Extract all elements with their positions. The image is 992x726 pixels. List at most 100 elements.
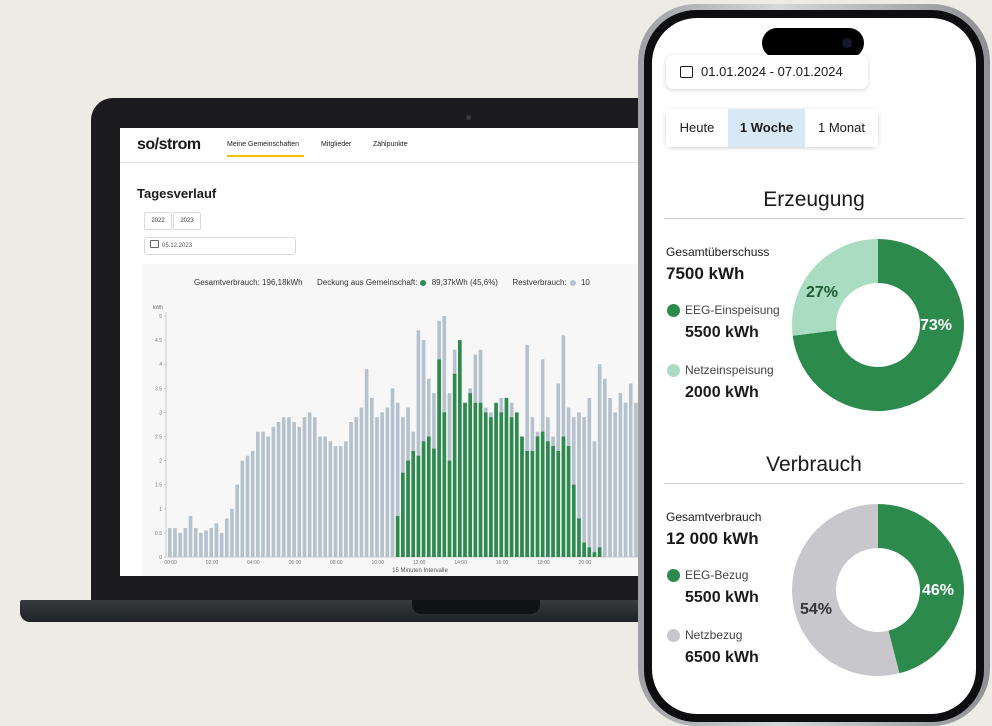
donut-label-27: 27%: [806, 284, 839, 301]
bar-deckung: [458, 340, 462, 557]
bar-restverbrauch: [344, 441, 348, 557]
bar-restverbrauch: [224, 518, 229, 557]
x-tick-label: 10:00: [371, 560, 384, 566]
bar-deckung: [540, 431, 545, 557]
bar-restverbrauch: [173, 528, 177, 557]
verbrauch-total-label: Gesamtverbrauch: [666, 510, 762, 524]
bar-restverbrauch: [628, 383, 633, 557]
erzeugung-total-label: Gesamtüberschuss: [666, 245, 770, 259]
bar-deckung: [556, 450, 561, 557]
dashboard-screen: so/strom Meine Gemeinschaften Mitglieder…: [120, 128, 660, 576]
netzbezug-value: 6500 kWh: [685, 649, 759, 666]
bar-deckung: [478, 402, 483, 557]
bar-deckung: [561, 436, 566, 557]
netzbezug-dot: [667, 629, 680, 642]
y-tick-label: 1.5: [155, 483, 162, 489]
bar-restverbrauch: [245, 455, 250, 557]
bar-restverbrauch: [193, 528, 198, 557]
bar-restverbrauch: [375, 417, 379, 557]
bar-restverbrauch: [623, 402, 628, 557]
eeg-bezug-label: EEG-Bezug: [685, 568, 749, 582]
bar-deckung: [442, 412, 447, 557]
bar-restverbrauch: [597, 364, 602, 557]
netzeinspeisung-value: 2000 kWh: [685, 384, 759, 401]
bar-restverbrauch: [256, 431, 260, 557]
laptop-camera: [466, 115, 471, 120]
phone-date-range-picker[interactable]: 01.01.2024 - 07.01.2024: [666, 55, 868, 89]
bar-restverbrauch: [297, 426, 302, 557]
y-tick-label: 2: [159, 459, 162, 465]
laptop-base: [20, 600, 700, 622]
segment-1-woche[interactable]: 1 Woche: [728, 109, 805, 147]
y-tick-label: 3: [159, 410, 162, 416]
bar-restverbrauch: [582, 417, 586, 557]
bar-deckung: [483, 412, 488, 557]
segment-1-monat[interactable]: 1 Monat: [805, 109, 878, 147]
x-tick-label: 08:00: [330, 560, 343, 566]
bar-deckung: [494, 402, 498, 557]
x-tick-label: 12:00: [413, 560, 426, 566]
bar-deckung: [473, 402, 478, 557]
bar-restverbrauch: [587, 397, 592, 557]
eeg-bezug-dot: [667, 569, 680, 582]
x-tick-label: 06:00: [289, 560, 302, 566]
y-tick-label: 0.5: [155, 531, 162, 537]
bar-deckung: [592, 552, 597, 557]
bar-deckung: [463, 402, 467, 557]
bar-restverbrauch: [214, 523, 219, 557]
bar-deckung: [504, 397, 509, 557]
bar-deckung: [426, 436, 431, 557]
y-tick-label: 1: [159, 507, 162, 513]
bar-restverbrauch: [328, 441, 333, 557]
bar-restverbrauch: [313, 417, 317, 557]
bar-restverbrauch: [281, 417, 286, 557]
bar-restverbrauch: [333, 446, 338, 557]
bar-restverbrauch: [219, 532, 224, 557]
netzbezug-label: Netzbezug: [685, 628, 743, 642]
eeg-einspeisung-value: 5500 kWh: [685, 324, 759, 341]
bar-restverbrauch: [261, 431, 265, 557]
y-tick-label: 3.5: [155, 386, 162, 392]
y-axis-label: kWh: [153, 305, 163, 311]
bar-deckung: [525, 450, 529, 557]
bar-restverbrauch: [302, 417, 307, 557]
section-title-verbrauch: Verbrauch: [766, 453, 862, 476]
bar-deckung: [509, 417, 514, 557]
front-camera: [842, 38, 852, 48]
x-tick-label: 14:00: [454, 560, 467, 566]
bar-restverbrauch: [250, 450, 255, 557]
netzeinspeisung-dot: [667, 364, 680, 377]
bar-restverbrauch: [230, 508, 234, 557]
bar-deckung: [546, 441, 550, 557]
donut-label-73: 73%: [920, 317, 953, 334]
x-tick-label: 18:00: [537, 560, 550, 566]
calendar-icon: [680, 65, 693, 78]
bar-restverbrauch: [209, 528, 214, 557]
bar-deckung: [566, 446, 571, 557]
bar-restverbrauch: [276, 422, 281, 557]
bar-deckung: [535, 436, 540, 557]
bar-deckung: [551, 446, 555, 557]
bar-deckung: [520, 436, 524, 557]
bar-restverbrauch: [266, 436, 271, 557]
bar-deckung: [530, 450, 535, 557]
daily-consumption-chart: kWh 0 0.5 1 1.5 2 2.5 3 3.5 4 4.5 5 00:00 02:00 04:00 0…: [153, 305, 660, 574]
bar-deckung: [452, 373, 457, 557]
x-tick-label: 02:00: [206, 560, 219, 566]
eeg-bezug-value: 5500 kWh: [685, 589, 759, 606]
bar-restverbrauch: [618, 393, 623, 557]
x-tick-label: 20:00: [579, 560, 592, 566]
bar-restverbrauch: [240, 460, 245, 557]
bar-restverbrauch: [613, 412, 618, 557]
bar-restverbrauch: [235, 484, 239, 557]
erzeugung-total-value: 7500 kWh: [666, 264, 745, 283]
segment-heute[interactable]: Heute: [666, 109, 728, 147]
x-axis-label: 15 Minuten Intervalle: [392, 568, 448, 574]
bar-restverbrauch: [287, 417, 291, 557]
bar-restverbrauch: [608, 397, 612, 557]
bar-deckung: [587, 547, 592, 557]
bar-deckung: [395, 516, 400, 557]
bar-deckung: [411, 450, 416, 557]
bar-restverbrauch: [369, 397, 374, 557]
bar-restverbrauch: [323, 436, 327, 557]
